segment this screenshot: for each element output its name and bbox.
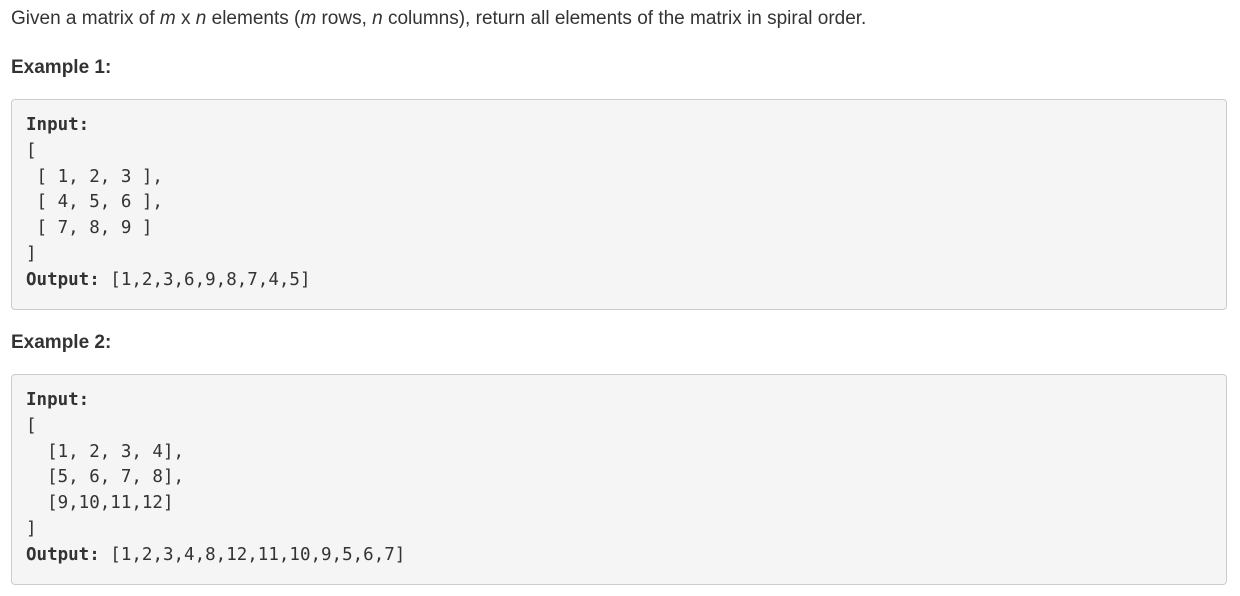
input-label: Input:: [26, 390, 90, 410]
input-line: [9,10,11,12]: [26, 493, 174, 514]
output-label: Output:: [26, 269, 100, 290]
input-line: [5, 6, 7, 8],: [26, 467, 185, 488]
input-line: [: [26, 415, 37, 436]
input-line: [ 7, 8, 9 ]: [26, 218, 153, 239]
output-value: [1,2,3,4,8,12,11,10,9,5,6,7]: [99, 544, 406, 565]
variable-n: n: [195, 8, 207, 29]
output-line: Output: [1,2,3,4,8,12,11,10,9,5,6,7]: [26, 543, 1226, 569]
example-2-heading: Example 2:: [11, 332, 112, 353]
input-line: [1, 2, 3, 4],: [26, 441, 185, 462]
input-line: [ 4, 5, 6 ],: [26, 192, 163, 213]
example-1-code-block: Input: [ [ 1, 2, 3 ], [ 4, 5, 6 ], [ 7, 8…: [11, 99, 1227, 310]
variable-n: n: [372, 8, 383, 29]
problem-statement: Given a matrix of m x n elements (m rows…: [11, 5, 866, 33]
problem-text-part: x: [175, 8, 196, 29]
problem-text-part: rows,: [316, 8, 373, 29]
output-value: [1,2,3,6,9,8,7,4,5]: [99, 269, 311, 290]
problem-text-part: elements (: [206, 8, 301, 29]
output-label: Output:: [26, 544, 100, 565]
variable-m: m: [300, 8, 317, 29]
problem-text-part: columns), return all elements of the mat…: [382, 8, 867, 29]
example-2-code-block: Input: [ [1, 2, 3, 4], [5, 6, 7, 8], [9,1…: [11, 374, 1227, 585]
input-line: [: [26, 140, 37, 161]
variable-m: m: [159, 8, 176, 29]
input-label: Input:: [26, 115, 90, 135]
output-line: Output: [1,2,3,6,9,8,7,4,5]: [26, 268, 1226, 294]
input-line: ]: [26, 518, 37, 539]
problem-text-part: Given a matrix of: [11, 8, 160, 29]
input-line: [ 1, 2, 3 ],: [26, 166, 163, 187]
example-1-heading: Example 1:: [11, 57, 112, 78]
input-line: ]: [26, 243, 37, 264]
